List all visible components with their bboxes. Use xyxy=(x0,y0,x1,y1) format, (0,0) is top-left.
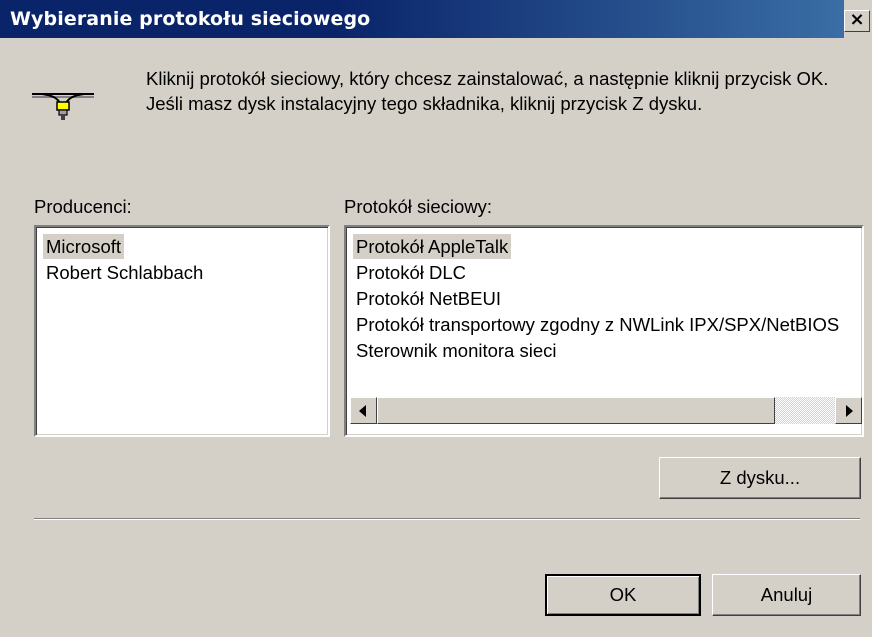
list-item-netbeui[interactable]: Protokół NetBEUI xyxy=(353,286,504,311)
manufacturers-listbox[interactable]: Microsoft Robert Schlabbach xyxy=(34,225,330,437)
list-item-robert-schlabbach[interactable]: Robert Schlabbach xyxy=(43,260,206,285)
scroll-right-button[interactable] xyxy=(835,397,862,424)
arrow-left-icon xyxy=(359,405,366,417)
protocols-listbox[interactable]: Protokół AppleTalk Protokół DLC Protokół… xyxy=(344,225,864,437)
have-disk-button[interactable]: Z dysku... xyxy=(659,457,861,499)
cancel-button[interactable]: Anuluj xyxy=(712,574,861,616)
list-item-dlc[interactable]: Protokół DLC xyxy=(353,260,469,285)
protocols-label: Protokół sieciowy: xyxy=(344,196,493,217)
horizontal-scrollbar[interactable] xyxy=(350,397,862,424)
dialog-title: Wybieranie protokołu sieciowego xyxy=(10,8,371,30)
network-protocol-icon xyxy=(32,93,94,120)
scroll-left-button[interactable] xyxy=(350,397,377,424)
separator xyxy=(34,518,860,520)
scrollbar-thumb[interactable] xyxy=(377,397,775,424)
ok-button[interactable]: OK xyxy=(545,574,701,616)
title-bar[interactable]: Wybieranie protokołu sieciowego × xyxy=(0,0,872,38)
list-item-appletalk[interactable]: Protokół AppleTalk xyxy=(353,234,512,259)
title-strip: Wybieranie protokołu sieciowego xyxy=(0,0,844,38)
close-icon: × xyxy=(849,9,865,30)
manufacturers-label: Producenci: xyxy=(34,196,132,217)
instruction-text: Kliknij protokół sieciowy, który chcesz … xyxy=(146,68,829,114)
list-item-microsoft[interactable]: Microsoft xyxy=(43,234,125,259)
list-item-nwlink[interactable]: Protokół transportowy zgodny z NWLink IP… xyxy=(353,312,842,337)
list-item-network-monitor[interactable]: Sterownik monitora sieci xyxy=(353,338,560,363)
protocol-select-dialog: Wybieranie protokołu sieciowego × Klikni… xyxy=(0,0,872,637)
close-button[interactable]: × xyxy=(844,10,870,32)
arrow-right-icon xyxy=(846,405,853,417)
